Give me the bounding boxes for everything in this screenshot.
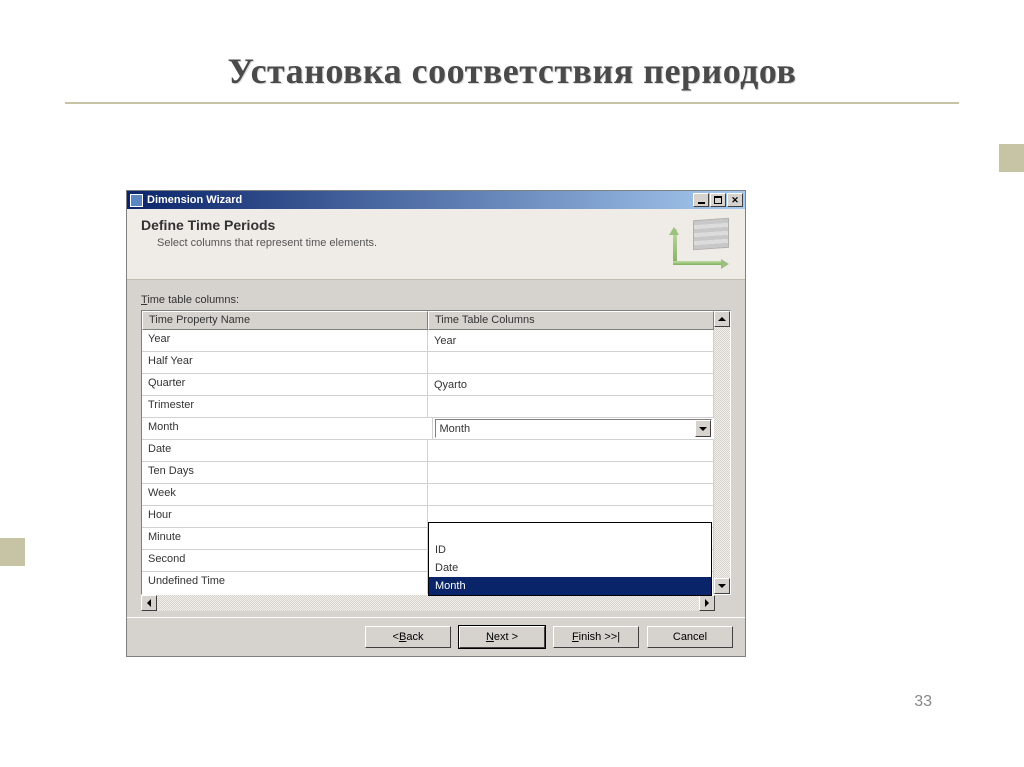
- cancel-button[interactable]: Cancel: [647, 626, 733, 648]
- window-title: Dimension Wizard: [147, 194, 693, 206]
- slide: Установка соответствия периодов 33 Dimen…: [0, 0, 1024, 767]
- scroll-left-button[interactable]: [141, 595, 157, 611]
- wizard-subheading: Select columns that represent time eleme…: [157, 237, 671, 249]
- minimize-button[interactable]: [693, 193, 709, 207]
- property-cell: Trimester: [142, 396, 428, 417]
- value-cell[interactable]: [428, 352, 714, 373]
- property-cell: Hour: [142, 506, 428, 527]
- time-table-columns-label: Time table columns:: [141, 294, 731, 306]
- property-cell: Half Year: [142, 352, 428, 373]
- scroll-corner: [715, 595, 731, 611]
- dropdown-option[interactable]: Date: [429, 559, 711, 577]
- horizontal-scrollbar[interactable]: [141, 595, 731, 611]
- vertical-scrollbar[interactable]: [714, 311, 730, 594]
- dropdown-option-selected[interactable]: Month: [429, 577, 711, 595]
- table-row[interactable]: Year Year: [142, 330, 714, 352]
- scroll-up-button[interactable]: [714, 311, 730, 327]
- table-row[interactable]: Quarter Qyarto: [142, 374, 714, 396]
- table-row[interactable]: Half Year: [142, 352, 714, 374]
- property-cell: Ten Days: [142, 462, 428, 483]
- property-cell: Week: [142, 484, 428, 505]
- title-underline: [65, 102, 959, 104]
- property-cell: Month: [142, 418, 433, 439]
- property-cell: Minute: [142, 528, 428, 549]
- table-row[interactable]: Ten Days: [142, 462, 714, 484]
- grid-header-row: Time Property Name Time Table Columns: [142, 311, 714, 330]
- app-icon: [130, 194, 143, 207]
- value-cell-combo[interactable]: Month: [433, 418, 715, 439]
- wizard-body: Time table columns: Time Property Name T…: [127, 280, 745, 617]
- property-cell: Year: [142, 330, 428, 351]
- scroll-right-button[interactable]: [699, 595, 715, 611]
- table-row[interactable]: Week: [142, 484, 714, 506]
- dropdown-option[interactable]: ID: [429, 541, 711, 559]
- dimension-wizard-window: Dimension Wizard ✕ Define Time Periods S…: [126, 190, 746, 657]
- maximize-button[interactable]: [710, 193, 726, 207]
- table-row[interactable]: Trimester: [142, 396, 714, 418]
- property-cell: Undefined Time: [142, 572, 428, 594]
- value-cell[interactable]: [428, 396, 714, 417]
- value-cell[interactable]: [428, 440, 714, 461]
- finish-button[interactable]: Finish >>|: [553, 626, 639, 648]
- decor-block-right: [999, 144, 1024, 172]
- dropdown-option-empty[interactable]: [429, 523, 711, 541]
- dropdown-popup[interactable]: ID Date Month: [428, 522, 712, 596]
- page-number: 33: [914, 693, 932, 711]
- grid-header-right[interactable]: Time Table Columns: [428, 311, 714, 330]
- chevron-down-icon: [699, 427, 707, 431]
- month-dropdown[interactable]: Month: [435, 419, 713, 438]
- property-cell: Quarter: [142, 374, 428, 395]
- next-button[interactable]: Next >: [459, 626, 545, 648]
- wizard-header: Define Time Periods Select columns that …: [127, 209, 745, 280]
- back-button[interactable]: < Back: [365, 626, 451, 648]
- slide-title: Установка соответствия периодов: [0, 50, 1024, 92]
- property-cell: Second: [142, 550, 428, 571]
- wizard-heading: Define Time Periods: [141, 217, 671, 233]
- table-row[interactable]: Date: [142, 440, 714, 462]
- close-button[interactable]: ✕: [727, 193, 743, 207]
- value-cell[interactable]: Qyarto: [428, 374, 714, 395]
- decor-block-left: [0, 538, 25, 566]
- wizard-buttons: < Back Next > Finish >>| Cancel: [127, 617, 745, 656]
- grid-header-left[interactable]: Time Property Name: [142, 311, 428, 330]
- dropdown-selected-text: Month: [436, 423, 696, 435]
- property-cell: Date: [142, 440, 428, 461]
- dropdown-button[interactable]: [695, 420, 711, 437]
- table-row[interactable]: Month Month: [142, 418, 714, 440]
- value-cell[interactable]: [428, 462, 714, 483]
- value-cell[interactable]: [428, 484, 714, 505]
- titlebar: Dimension Wizard ✕: [127, 191, 745, 209]
- cube-icon: [671, 217, 735, 269]
- scroll-down-button[interactable]: [714, 578, 730, 594]
- scroll-track-h[interactable]: [157, 595, 699, 611]
- value-cell[interactable]: Year: [428, 330, 714, 351]
- scroll-track-v[interactable]: [714, 327, 730, 578]
